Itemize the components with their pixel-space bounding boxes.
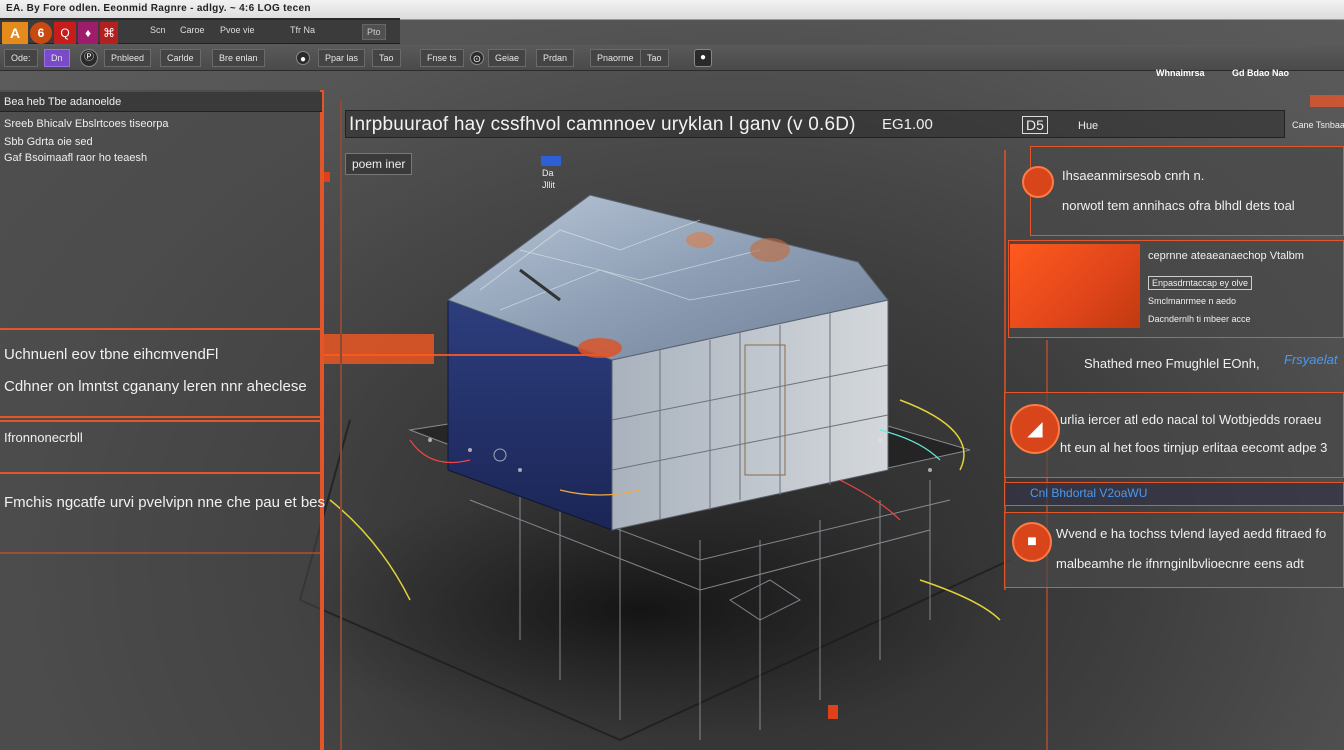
hue-toggle[interactable]: Hue (1078, 120, 1098, 132)
info-line: Wvend e ha tochss tvlend layed aedd fitr… (1056, 526, 1327, 541)
toolbar-pnaorme-button[interactable]: Pnaorme (590, 49, 641, 67)
toolbar-dn-button[interactable]: Dn (44, 49, 70, 67)
toolbar-ppar-button[interactable]: Ppar las (318, 49, 366, 67)
toolbar-fnse-button[interactable]: Fnse ts (420, 49, 464, 67)
render-icon[interactable]: 6 (30, 22, 52, 44)
left-panel-title: Bea heb Tbe adanoelde (4, 96, 122, 108)
property-line: Uchnuenl eov tbne eihcmvendFl (4, 346, 219, 363)
record-icon[interactable]: ● (296, 51, 310, 65)
power-icon[interactable]: Ⓟ (80, 49, 98, 67)
field-input[interactable]: Enpasdrntaccap ey olve (1148, 276, 1253, 290)
red-marker (828, 705, 838, 719)
window-title: EA. By Fore odlen. Eeonmid Ragnre - adlg… (6, 3, 311, 14)
side-label: Jllit (542, 180, 555, 190)
field-title: ceprnne ateaeanaechop Vtalbm (1148, 250, 1304, 262)
toolbar-tao-button[interactable]: Tao (372, 49, 401, 67)
compass-icon[interactable]: ◢ (1010, 404, 1060, 454)
viewport-edge (340, 100, 342, 750)
info-panel-1 (1030, 146, 1344, 236)
toolbar-extra-button[interactable]: Tao (640, 49, 669, 67)
material-icon[interactable]: ♦ (78, 22, 98, 44)
menu-preview[interactable]: Pvoe vie (220, 25, 255, 39)
info-line: ht eun al het foos tirnjup erlitaa eecom… (1060, 440, 1328, 455)
viewport-chip[interactable]: poem iner (345, 153, 413, 175)
target-icon[interactable]: ⊙ (470, 51, 484, 65)
globe-icon[interactable] (1022, 166, 1054, 198)
toolbar-geiae-button[interactable]: Geiae (488, 49, 527, 67)
rust-patch (686, 232, 714, 248)
toolbar-carlde-button[interactable]: Carlde (160, 49, 201, 67)
outliner-item[interactable]: Sreeb Bhicalv Ebslrtcoes tiseorpa (4, 118, 168, 130)
camera-icon[interactable]: ■ (1012, 522, 1052, 562)
property-line: Cdhner on lmntst cganany leren nnr ahecl… (4, 378, 307, 395)
outliner-item[interactable]: Sbb Gdrta oie sed (4, 136, 93, 148)
toolbar-bre-button[interactable]: Bre enlan (212, 49, 265, 67)
left-divider (0, 552, 322, 554)
workspace-mode[interactable]: Gd Bdao Nao (1232, 68, 1289, 78)
zoom-readout[interactable]: EG1.00 (882, 116, 933, 133)
field-input[interactable]: Smclmanrmee n aedo (1148, 296, 1236, 306)
viewport-title: Inrpbuuraof hay cssfhvol camnnoev urykla… (349, 114, 856, 135)
app-window: EA. By Fore odlen. Eeonmid Ragnre - adlg… (0, 0, 1344, 750)
annotation-marker (322, 334, 434, 364)
info-sub: norwotl tem annihacs ofra blhdl dets toa… (1062, 198, 1295, 213)
texture-swatch[interactable] (1010, 244, 1140, 328)
properties-box (0, 328, 322, 418)
info-title: Ihsaeanmirsesob cnrh n. (1062, 168, 1205, 183)
command-icon[interactable]: ⌘ (100, 22, 118, 44)
info-line: malbeamhe rle ifnrnginlbvlioecnre eens a… (1056, 556, 1304, 571)
blue-flag-icon[interactable] (541, 156, 561, 166)
workspace-label[interactable]: Whnaimrsa (1156, 68, 1205, 78)
menu-tfr[interactable]: Tfr Na (290, 25, 315, 39)
shading-label: Shathed rneo Fmughlel EOnh, (1084, 356, 1260, 371)
close-panel-icon[interactable] (1310, 95, 1344, 107)
side-label: Da (542, 168, 554, 178)
toolbar-ode-button[interactable]: Ode: (4, 49, 38, 67)
rust-patch (750, 238, 790, 262)
title-bar: EA. By Fore odlen. Eeonmid Ragnre - adlg… (0, 0, 1344, 21)
viewport-corner-label: Cane Tsnbaasde (1292, 120, 1344, 130)
section-label[interactable]: Ifronnonecrbll (4, 430, 83, 445)
outliner-item[interactable]: Gaf Bsoimaafl raor ho teaesh (4, 152, 147, 164)
secondary-toolbar (0, 45, 1344, 71)
left-panel-divider[interactable] (322, 90, 324, 750)
toolbar-pnbleed-button[interactable]: Pnbleed (104, 49, 152, 67)
display-toggle[interactable]: D5 (1022, 116, 1048, 134)
menu-scene[interactable]: Scn (150, 25, 166, 39)
info-line: urlia iercer atl edo nacal tol Wotbjedds… (1060, 412, 1322, 427)
menu-caroe[interactable]: Caroe (180, 25, 205, 39)
description-line: Fmchis ngcatfe urvi pvelvipn nne che pau… (4, 494, 326, 511)
dot-icon[interactable]: ● (694, 49, 712, 67)
panel-header[interactable]: Cnl Bhdortal V2oaWU (1030, 486, 1147, 500)
search-icon[interactable]: Q (54, 22, 76, 44)
shading-link[interactable]: Frsyaelat (1284, 352, 1337, 367)
section-box (0, 420, 322, 474)
toolbar-prdan-button[interactable]: Prdan (536, 49, 575, 67)
field-input[interactable]: Dacndernlh ti mbeer acce (1148, 314, 1251, 324)
toolbar-pto-button[interactable]: Pto (362, 24, 386, 40)
app-logo-icon[interactable]: A (2, 22, 28, 44)
info-panel-6 (1004, 512, 1344, 588)
